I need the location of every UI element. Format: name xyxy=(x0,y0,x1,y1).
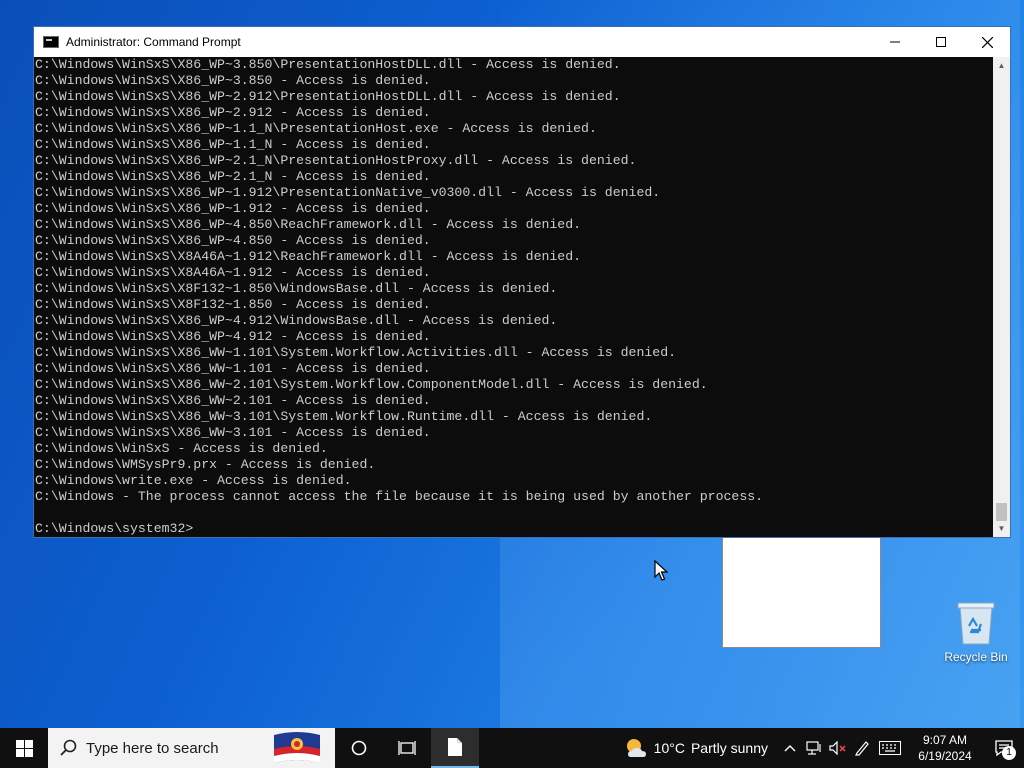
console-line: C:\Windows\WinSxS - Access is denied. xyxy=(35,441,328,456)
console-line: C:\Windows\WinSxS\X86_WP~3.850 - Access … xyxy=(35,73,431,88)
console-line: C:\Windows\WinSxS\X8A46A~1.912 - Access … xyxy=(35,265,431,280)
start-button[interactable] xyxy=(0,728,48,768)
weather-widget[interactable]: 10°C Partly sunny xyxy=(624,737,768,759)
clock-time: 9:07 AM xyxy=(922,733,968,747)
action-center-button[interactable]: 1 xyxy=(984,728,1024,768)
console-line: C:\Windows\WinSxS\X86_WP~4.912 - Access … xyxy=(35,329,431,344)
taskbar-search-box[interactable]: Type here to search xyxy=(48,728,335,768)
task-view-button[interactable] xyxy=(383,728,431,768)
mouse-pointer-icon xyxy=(654,560,668,581)
notification-count-badge: 1 xyxy=(1002,746,1016,760)
minimize-button[interactable] xyxy=(872,27,918,57)
taskbar: Type here to search 10°C Partly sunny 9:… xyxy=(0,728,1024,768)
window-titlebar[interactable]: Administrator: Command Prompt xyxy=(34,27,1010,57)
search-placeholder: Type here to search xyxy=(86,739,219,757)
recycle-bin-icon xyxy=(957,602,995,645)
weather-temperature: 10°C xyxy=(653,740,685,756)
network-icon xyxy=(806,741,821,755)
console-line: C:\Windows\WinSxS\X8A46A~1.912\ReachFram… xyxy=(35,249,582,264)
clock-date: 6/19/2024 xyxy=(918,749,972,763)
console-line: C:\Windows\system32> xyxy=(35,521,194,536)
touch-keyboard-button[interactable] xyxy=(874,728,906,768)
console-line: C:\Windows\WinSxS\X86_WW~2.101 - Access … xyxy=(35,393,431,408)
console-line: C:\Windows\WinSxS\X86_WW~1.101\System.Wo… xyxy=(35,345,677,360)
search-highlight-flag-icon xyxy=(272,729,322,767)
maximize-icon xyxy=(936,37,946,47)
console-line: C:\Windows\WinSxS\X86_WP~4.850 - Access … xyxy=(35,233,431,248)
pen-icon xyxy=(855,741,869,756)
pen-button[interactable] xyxy=(850,728,874,768)
console-line: C:\Windows\WinSxS\X86_WP~4.912\WindowsBa… xyxy=(35,313,558,328)
windows-logo-icon xyxy=(15,739,33,757)
taskbar-app-blank-document[interactable] xyxy=(431,728,479,768)
partly-sunny-icon xyxy=(626,739,646,757)
scroll-up-arrow[interactable]: ▲ xyxy=(993,57,1010,74)
console-output[interactable]: C:\Windows\WinSxS\X86_WP~3.850\Presentat… xyxy=(34,57,993,537)
recycle-bin[interactable]: Recycle Bin xyxy=(940,600,1012,664)
scroll-down-arrow[interactable]: ▼ xyxy=(993,520,1010,537)
console-line: C:\Windows\WinSxS\X86_WW~2.101\System.Wo… xyxy=(35,377,708,392)
console-line: C:\Windows\WMSysPr9.prx - Access is deni… xyxy=(35,457,376,472)
console-line: C:\Windows\WinSxS\X86_WW~1.101 - Access … xyxy=(35,361,431,376)
volume-muted-icon xyxy=(829,741,846,755)
console-line: C:\Windows\WinSxS\X86_WP~2.1_N\Presentat… xyxy=(35,153,637,168)
console-icon xyxy=(43,36,59,48)
show-hidden-icons-button[interactable] xyxy=(778,728,802,768)
close-icon xyxy=(981,36,993,48)
vertical-scrollbar[interactable]: ▲ ▼ xyxy=(993,57,1010,537)
system-tray: 10°C Partly sunny 9:07 AM 6/19/2024 1 xyxy=(624,728,1024,768)
console-line: C:\Windows - The process cannot access t… xyxy=(35,489,764,504)
console-line: C:\Windows\WinSxS\X86_WP~4.850\ReachFram… xyxy=(35,217,582,232)
close-button[interactable] xyxy=(964,27,1010,57)
task-view-icon xyxy=(398,741,416,755)
console-line: C:\Windows\WinSxS\X86_WP~2.912\Presentat… xyxy=(35,89,621,104)
weather-description: Partly sunny xyxy=(690,740,768,756)
volume-button[interactable] xyxy=(826,728,850,768)
network-button[interactable] xyxy=(802,728,826,768)
console-line: C:\Windows\WinSxS\X86_WP~3.850\Presentat… xyxy=(35,57,621,72)
cortana-circle-icon xyxy=(351,740,367,756)
window-title: Administrator: Command Prompt xyxy=(66,35,241,49)
document-icon xyxy=(448,738,462,756)
search-icon xyxy=(60,739,77,756)
console-line: C:\Windows\WinSxS\X86_WP~1.912\Presentat… xyxy=(35,185,661,200)
console-line: C:\Windows\WinSxS\X86_WP~2.912 - Access … xyxy=(35,105,431,120)
scroll-thumb[interactable] xyxy=(996,503,1007,521)
console-line: C:\Windows\WinSxS\X86_WW~3.101\System.Wo… xyxy=(35,409,653,424)
console-line: C:\Windows\WinSxS\X8F132~1.850\WindowsBa… xyxy=(35,281,558,296)
console-line: C:\Windows\WinSxS\X8F132~1.850 - Access … xyxy=(35,297,431,312)
minimize-icon xyxy=(890,41,900,43)
recycle-bin-label: Recycle Bin xyxy=(944,650,1008,664)
command-prompt-window[interactable]: Administrator: Command Prompt C:\Windows… xyxy=(33,26,1011,538)
keyboard-icon xyxy=(879,741,901,755)
console-line: C:\Windows\WinSxS\X86_WP~1.1_N - Access … xyxy=(35,137,431,152)
console-line: C:\Windows\WinSxS\X86_WW~3.101 - Access … xyxy=(35,425,431,440)
console-line: C:\Windows\WinSxS\X86_WP~1.1_N\Presentat… xyxy=(35,121,597,136)
cortana-button[interactable] xyxy=(335,728,383,768)
blank-window[interactable] xyxy=(722,536,881,648)
chevron-up-icon xyxy=(784,745,796,752)
console-line: C:\Windows\write.exe - Access is denied. xyxy=(35,473,352,488)
maximize-button[interactable] xyxy=(918,27,964,57)
console-line: C:\Windows\WinSxS\X86_WP~1.912 - Access … xyxy=(35,201,431,216)
console-line: C:\Windows\WinSxS\X86_WP~2.1_N - Access … xyxy=(35,169,431,184)
clock[interactable]: 9:07 AM 6/19/2024 xyxy=(914,732,976,764)
